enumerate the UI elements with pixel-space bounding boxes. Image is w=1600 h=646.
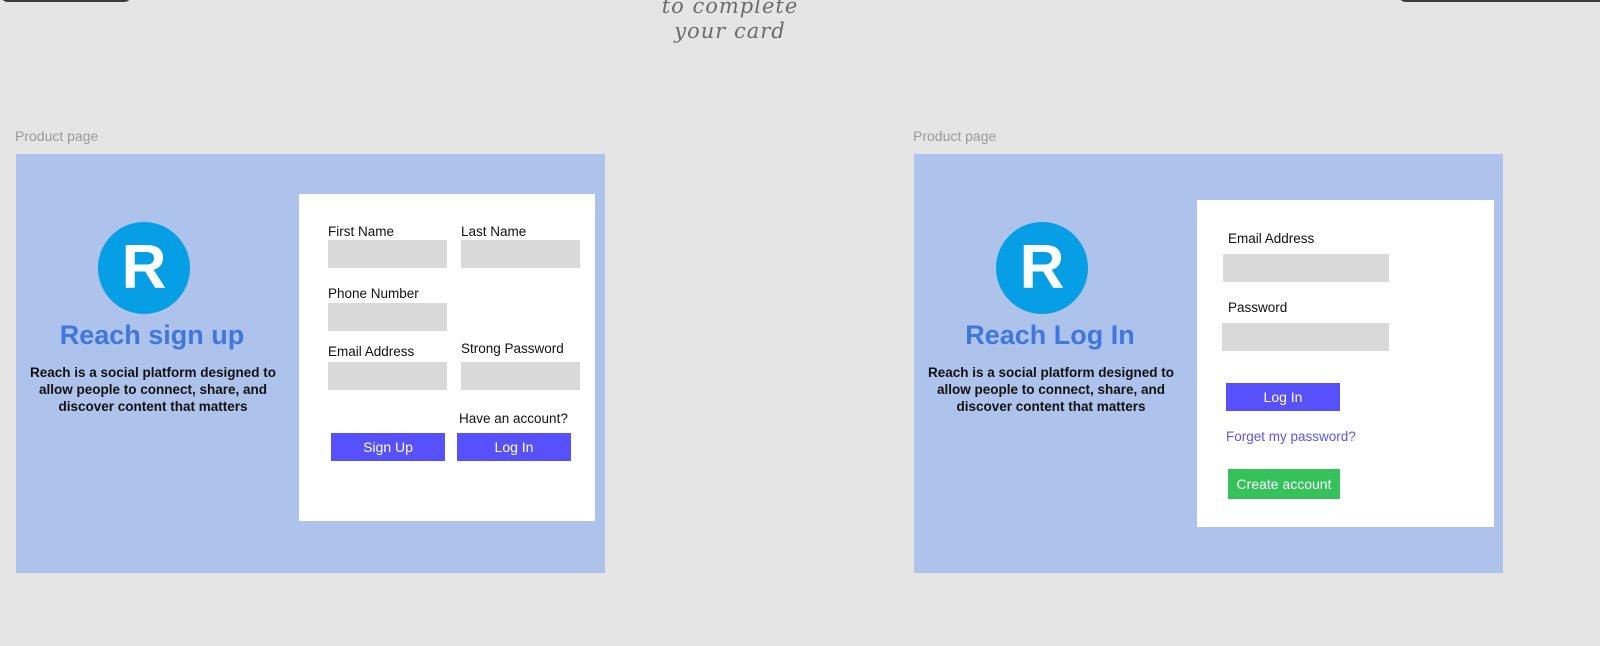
reach-logo: R [996,222,1088,314]
canvas-frame-edge-left [0,0,132,2]
email-address-label: Email Address [1228,231,1315,246]
signup-title: Reach sign up [59,320,245,350]
first-name-label: First Name [328,224,395,239]
handwritten-note: to complete your card [640,0,820,44]
email-address-input[interactable] [328,362,447,390]
login-frame-label[interactable]: Product page [913,128,996,144]
first-name-input[interactable] [328,240,447,268]
signup-frame: R Reach sign up Reach is a social platfo… [16,154,605,573]
canvas-frame-edge-right [1398,0,1600,2]
last-name-input[interactable] [461,240,580,268]
phone-number-input[interactable] [328,303,447,331]
phone-number-label: Phone Number [328,286,419,301]
log-in-button[interactable]: Log In [457,433,571,461]
password-input[interactable] [1222,323,1389,351]
signup-description: Reach is a social platform designed to a… [29,365,277,414]
password-label: Password [1228,300,1288,315]
signup-frame-label[interactable]: Product page [15,128,98,144]
last-name-label: Last Name [461,224,527,239]
have-account-text: Have an account? [459,411,568,426]
strong-password-label: Strong Password [461,341,564,356]
email-address-label: Email Address [328,344,415,359]
create-account-button[interactable]: Create account [1228,469,1340,499]
handwritten-note-line-1: to complete [661,0,799,18]
log-in-button[interactable]: Log In [1226,383,1340,411]
email-address-input[interactable] [1223,254,1389,282]
login-frame: R Reach Log In Reach is a social platfor… [914,154,1503,573]
login-description: Reach is a social platform designed to a… [927,365,1175,414]
sign-up-button[interactable]: Sign Up [331,433,445,461]
reach-logo: R [98,222,190,314]
login-title: Reach Log In [965,320,1135,350]
login-form-card: Email Address Password Log In Forget my … [1197,200,1494,527]
signup-form-card: First Name Last Name Phone Number Email … [299,194,595,521]
strong-password-input[interactable] [461,362,580,390]
handwritten-note-line-2: your card [674,19,786,43]
forgot-password-link[interactable]: Forget my password? [1226,429,1356,444]
